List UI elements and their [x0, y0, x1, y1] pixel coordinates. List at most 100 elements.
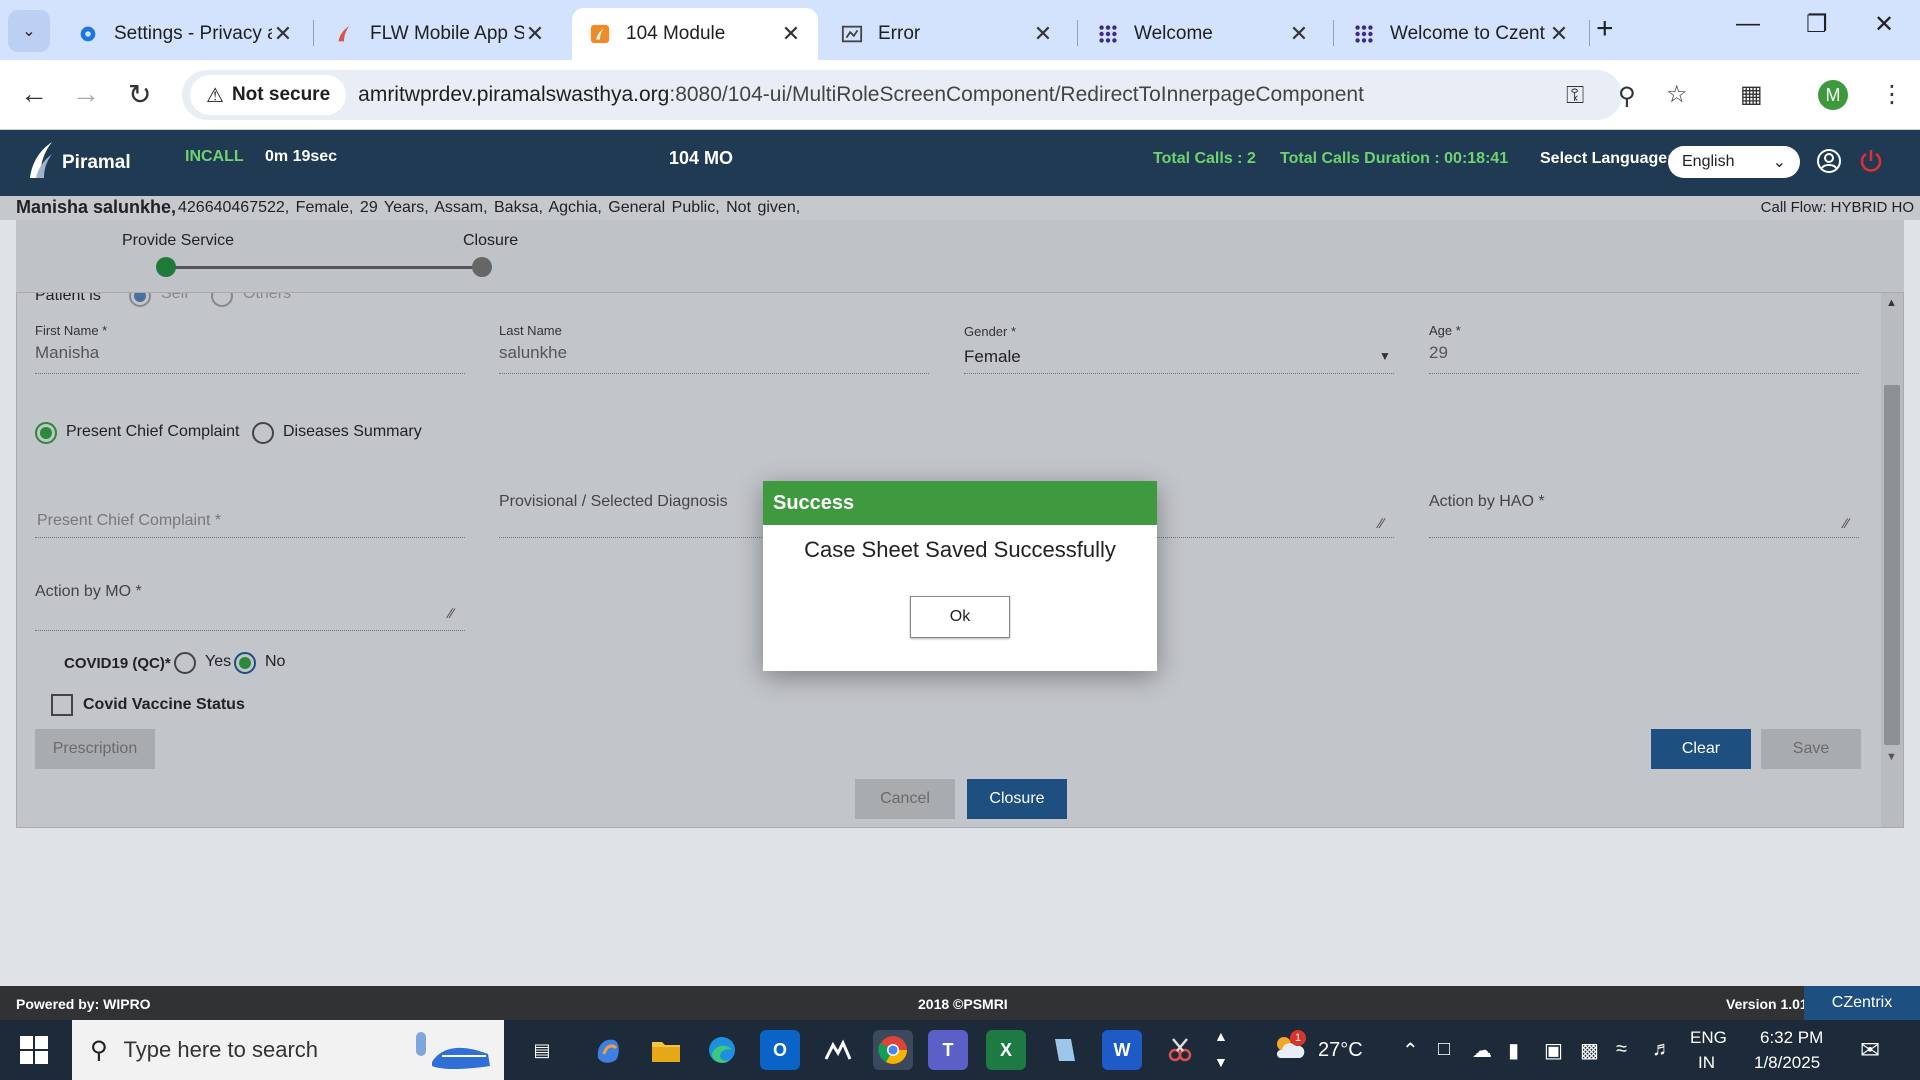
search-icon: ⚲	[90, 1036, 108, 1064]
patient-others-radio[interactable]	[211, 293, 233, 307]
ok-button[interactable]: Ok	[910, 596, 1010, 638]
resize-handle-icon[interactable]: ∕∕	[1844, 515, 1849, 531]
star-icon[interactable]: ☆	[1666, 80, 1688, 109]
close-window-button[interactable]: ✕	[1874, 10, 1894, 39]
zoom-icon[interactable]: ⚲	[1618, 82, 1636, 111]
restore-button[interactable]: ❐	[1806, 10, 1828, 39]
cancel-button[interactable]: Cancel	[855, 779, 955, 819]
word-icon[interactable]: W	[1102, 1030, 1142, 1070]
file-explorer-icon[interactable]	[646, 1030, 686, 1070]
clock-time[interactable]: 6:32 PM	[1760, 1028, 1823, 1048]
close-icon[interactable]: ✕	[780, 21, 802, 47]
windows-start-icon[interactable]	[20, 1036, 48, 1064]
tab-search-button[interactable]: ⌄	[8, 10, 50, 52]
extensions-icon[interactable]: ▦	[1740, 80, 1763, 109]
close-icon[interactable]: ✕	[272, 21, 294, 47]
notification-icon[interactable]: ✉	[1860, 1036, 1880, 1065]
tab-divider	[313, 20, 314, 46]
warning-icon: ⚠	[206, 84, 224, 107]
volume-icon[interactable]: ♬	[1652, 1038, 1672, 1061]
battery-icon[interactable]: ▩	[1580, 1038, 1599, 1063]
pinned-app-icon[interactable]	[818, 1030, 858, 1070]
snipping-tool-icon[interactable]	[1160, 1030, 1200, 1070]
edge-icon[interactable]	[702, 1030, 742, 1070]
covid-yes-radio[interactable]	[174, 652, 196, 674]
action-mo-input[interactable]	[35, 630, 465, 631]
prescription-button[interactable]: Prescription	[35, 729, 155, 769]
covid-vaccine-checkbox[interactable]	[51, 694, 73, 716]
forward-icon[interactable]: →	[72, 78, 100, 110]
tab-104-module[interactable]: 104 Module ✕	[572, 8, 818, 60]
copilot-icon[interactable]	[588, 1030, 628, 1070]
tray-overflow-down-icon[interactable]: ▼	[1214, 1054, 1228, 1070]
save-button[interactable]: Save	[1761, 729, 1861, 769]
gender-select[interactable]: Female	[964, 347, 1021, 367]
user-profile-icon[interactable]	[1816, 148, 1842, 181]
microphone-icon[interactable]: ▮	[1508, 1038, 1519, 1063]
version: Version 1.01	[1726, 996, 1808, 1012]
app-header: Piramal INCALL 0m 19sec 104 MO Total Cal…	[0, 130, 1920, 196]
taskbar-search-box[interactable]: ⚲ Type here to search	[72, 1020, 504, 1080]
teams-icon[interactable]: T	[928, 1030, 968, 1070]
key-icon[interactable]: ⚿	[1566, 82, 1584, 110]
display-icon[interactable]: ▣	[1544, 1038, 1563, 1063]
profile-avatar[interactable]: M	[1818, 80, 1848, 110]
close-icon[interactable]: ✕	[524, 21, 546, 47]
age-field[interactable]: 29	[1429, 343, 1448, 363]
show-hidden-icons-icon[interactable]: ⌃	[1402, 1038, 1419, 1063]
tab-flw[interactable]: FLW Mobile App S ✕	[316, 8, 562, 60]
scroll-down-icon[interactable]: ▼	[1886, 751, 1897, 763]
module-name: 104 MO	[669, 148, 734, 168]
back-icon[interactable]: ←	[20, 78, 48, 110]
input-language[interactable]: ENG	[1690, 1028, 1727, 1048]
meet-icon[interactable]: □	[1438, 1038, 1450, 1061]
patient-self-radio[interactable]	[129, 293, 151, 307]
resize-handle-icon[interactable]: ∕∕	[449, 605, 454, 621]
step-dot-active[interactable]	[156, 257, 176, 277]
url-text[interactable]: amritwprdev.piramalswasthya.org:8080/104…	[358, 83, 1364, 107]
gender-label: Gender *	[964, 324, 1017, 339]
task-view-icon[interactable]: ▤	[522, 1030, 562, 1070]
scrollbar-thumb[interactable]	[1884, 385, 1900, 745]
tab-error[interactable]: Error ✕	[824, 8, 1070, 60]
tab-welcome[interactable]: Welcome ✕	[1080, 8, 1326, 60]
scroll-up-icon[interactable]: ▲	[1886, 297, 1897, 309]
closure-button[interactable]: Closure	[967, 779, 1067, 819]
present-chief-complaint-label: Present Chief Complaint	[66, 423, 240, 440]
first-name-label: First Name *	[35, 323, 108, 338]
resize-handle-icon[interactable]: ∕∕	[1379, 515, 1384, 531]
menu-icon[interactable]: ⋮	[1880, 80, 1904, 109]
module-icon	[588, 22, 612, 46]
url-path: :8080/104-ui/MultiRoleScreenComponent/Re…	[669, 83, 1364, 106]
close-icon[interactable]: ✕	[1548, 21, 1570, 47]
action-hao-input[interactable]	[1429, 537, 1859, 538]
security-chip[interactable]: ⚠ Not secure	[190, 75, 347, 115]
present-chief-complaint-radio[interactable]	[35, 422, 57, 444]
notes-app-icon[interactable]	[1044, 1030, 1084, 1070]
power-icon[interactable]	[1858, 148, 1884, 181]
close-icon[interactable]: ✕	[1288, 21, 1310, 47]
first-name-field[interactable]: Manisha	[35, 343, 99, 363]
reload-icon[interactable]: ↻	[128, 78, 151, 111]
diseases-summary-radio[interactable]	[252, 422, 274, 444]
chrome-icon[interactable]	[873, 1030, 913, 1070]
outlook-icon[interactable]: O	[760, 1030, 800, 1070]
weather-temp[interactable]: 27°C	[1318, 1039, 1363, 1062]
minimize-button[interactable]: —	[1736, 10, 1760, 38]
tray-overflow-up-icon[interactable]: ▲	[1214, 1028, 1228, 1044]
last-name-field[interactable]: salunkhe	[499, 343, 567, 363]
new-tab-button[interactable]: +	[1596, 12, 1614, 46]
step-dot-inactive[interactable]	[472, 257, 492, 277]
covid-no-radio[interactable]	[234, 652, 256, 674]
wifi-icon[interactable]: ≈	[1616, 1038, 1627, 1061]
language-select[interactable]: English ⌄	[1668, 146, 1800, 178]
present-chief-complaint-input[interactable]: Present Chief Complaint *	[37, 512, 221, 530]
form-scrollbar[interactable]: ▲ ▼	[1881, 293, 1903, 827]
clear-button[interactable]: Clear	[1651, 729, 1751, 769]
address-bar[interactable]: ⚠ Not secure amritwprdev.piramalswasthya…	[182, 70, 1622, 120]
onedrive-icon[interactable]: ☁	[1472, 1038, 1492, 1063]
tab-czentrix[interactable]: Welcome to Czent ✕	[1336, 8, 1586, 60]
tab-settings[interactable]: Settings - Privacy a ✕	[60, 8, 310, 60]
close-icon[interactable]: ✕	[1032, 21, 1054, 47]
excel-icon[interactable]: X	[986, 1030, 1026, 1070]
